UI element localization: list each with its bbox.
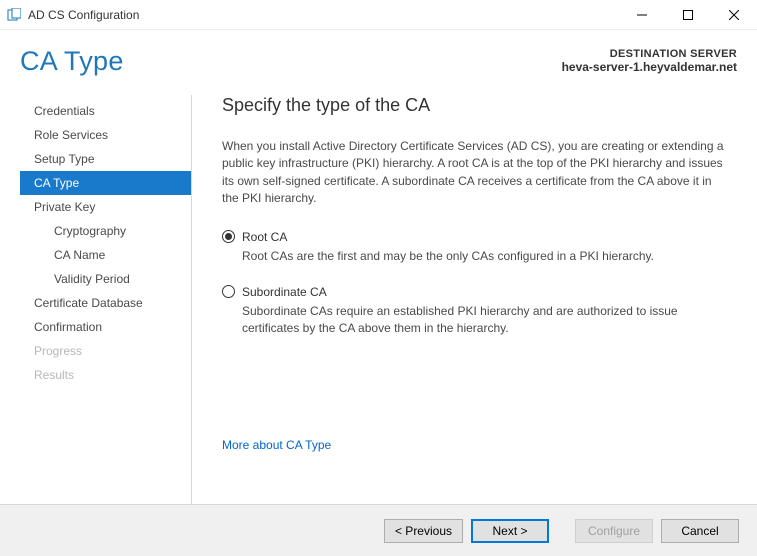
- sidebar-item-ca-type[interactable]: CA Type: [20, 171, 191, 195]
- destination-server: heva-server-1.heyvaldemar.net: [562, 60, 737, 74]
- radio-row[interactable]: Root CA: [222, 230, 731, 244]
- destination-block: DESTINATION SERVER heva-server-1.heyvald…: [562, 48, 737, 74]
- footer: < Previous Next > Configure Cancel: [0, 504, 757, 556]
- sidebar-item-validity-period[interactable]: Validity Period: [20, 267, 191, 291]
- option-label: Subordinate CA: [242, 285, 327, 299]
- cancel-button[interactable]: Cancel: [661, 519, 739, 543]
- previous-button[interactable]: < Previous: [384, 519, 463, 543]
- sidebar-item-label: CA Name: [54, 248, 105, 262]
- sidebar-item-progress: Progress: [20, 339, 191, 363]
- sidebar-item-ca-name[interactable]: CA Name: [20, 243, 191, 267]
- more-link[interactable]: More about CA Type: [222, 438, 331, 452]
- sidebar: Credentials Role Services Setup Type CA Typ…: [20, 95, 192, 504]
- sidebar-item-setup-type[interactable]: Setup Type: [20, 147, 191, 171]
- sidebar-item-results: Results: [20, 363, 191, 387]
- sidebar-item-label: Validity Period: [54, 272, 130, 286]
- content: Specify the type of the CA When you inst…: [192, 95, 737, 504]
- sidebar-item-cryptography[interactable]: Cryptography: [20, 219, 191, 243]
- sidebar-item-label: Confirmation: [34, 320, 102, 334]
- sidebar-item-label: Private Key: [34, 200, 95, 214]
- header: CA Type DESTINATION SERVER heva-server-1…: [0, 30, 757, 95]
- content-intro: When you install Active Directory Certif…: [222, 138, 731, 208]
- sidebar-item-label: Certificate Database: [34, 296, 143, 310]
- option-desc: Root CAs are the first and may be the on…: [242, 248, 731, 265]
- sidebar-item-role-services[interactable]: Role Services: [20, 123, 191, 147]
- sidebar-item-label: Role Services: [34, 128, 108, 142]
- content-heading: Specify the type of the CA: [222, 95, 731, 116]
- option-root-ca: Root CA Root CAs are the first and may be…: [222, 230, 731, 265]
- option-desc: Subordinate CAs require an established P…: [242, 303, 731, 338]
- sidebar-item-certificate-database[interactable]: Certificate Database: [20, 291, 191, 315]
- radio-button[interactable]: [222, 230, 235, 243]
- body: Credentials Role Services Setup Type CA Typ…: [0, 95, 757, 504]
- close-button[interactable]: [711, 0, 757, 30]
- sidebar-item-label: Progress: [34, 344, 82, 358]
- app-icon: [6, 7, 22, 23]
- sidebar-item-label: Cryptography: [54, 224, 126, 238]
- sidebar-item-label: Setup Type: [34, 152, 95, 166]
- sidebar-item-label: Results: [34, 368, 74, 382]
- maximize-button[interactable]: [665, 0, 711, 30]
- page-title: CA Type: [20, 46, 124, 77]
- radio-row[interactable]: Subordinate CA: [222, 285, 731, 299]
- sidebar-item-confirmation[interactable]: Confirmation: [20, 315, 191, 339]
- sidebar-item-credentials[interactable]: Credentials: [20, 99, 191, 123]
- sidebar-item-label: Credentials: [34, 104, 95, 118]
- titlebar: AD CS Configuration: [0, 0, 757, 30]
- configure-button: Configure: [575, 519, 653, 543]
- option-subordinate-ca: Subordinate CA Subordinate CAs require an…: [222, 285, 731, 338]
- option-label: Root CA: [242, 230, 287, 244]
- minimize-button[interactable]: [619, 0, 665, 30]
- destination-label: DESTINATION SERVER: [562, 48, 737, 60]
- sidebar-item-private-key[interactable]: Private Key: [20, 195, 191, 219]
- window-title: AD CS Configuration: [28, 8, 139, 22]
- sidebar-item-label: CA Type: [34, 176, 79, 190]
- next-button[interactable]: Next >: [471, 519, 549, 543]
- radio-button[interactable]: [222, 285, 235, 298]
